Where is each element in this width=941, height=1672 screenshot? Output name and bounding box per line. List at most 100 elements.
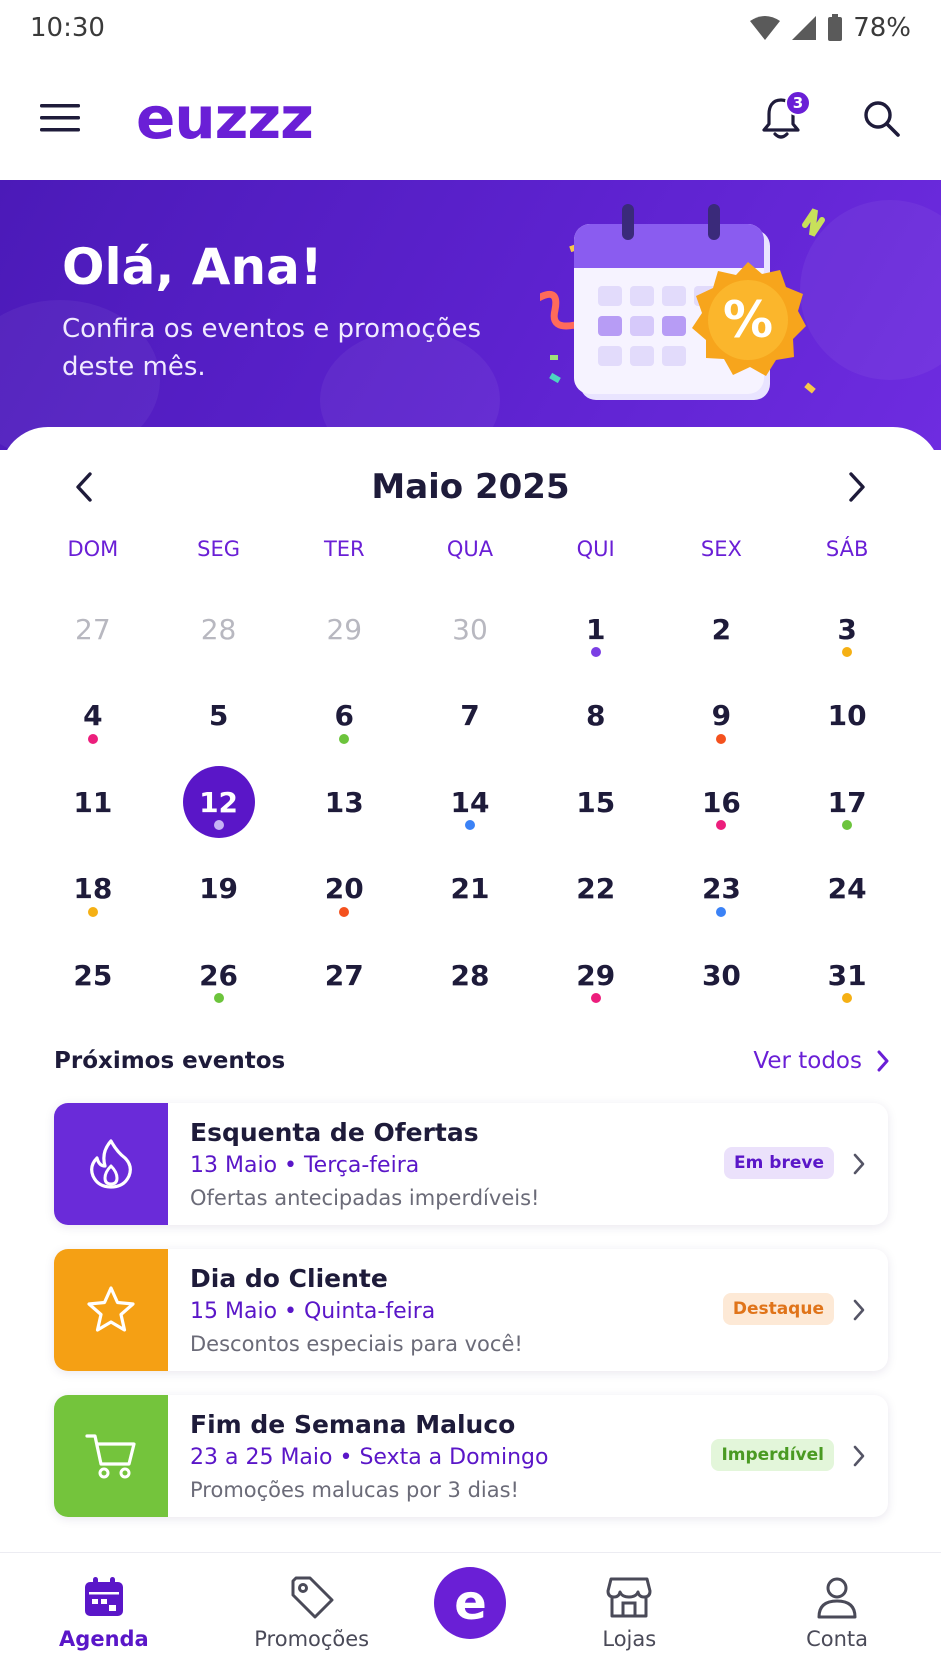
weekday-label: SEX bbox=[700, 537, 742, 561]
calendar-day[interactable]: 14 bbox=[407, 760, 533, 847]
chevron-right-icon bbox=[853, 1299, 865, 1321]
status-bar: 10:30 78% bbox=[0, 0, 941, 56]
search-button[interactable] bbox=[857, 94, 905, 142]
event-icon-box bbox=[54, 1395, 168, 1517]
upcoming-events-title: Próximos eventos bbox=[54, 1048, 286, 1074]
calendar-day[interactable]: 2 bbox=[659, 587, 785, 674]
calendar-day[interactable]: 6 bbox=[281, 674, 407, 761]
event-open-chevron bbox=[848, 1150, 870, 1178]
calendar-day-grid: 27 28 29 30 1 2 3 4 5 6 7 8 9 10 11 12 13 14 15 16 17 18 19 20 2… bbox=[30, 587, 910, 1020]
nav-lojas[interactable]: Lojas bbox=[544, 1575, 714, 1651]
calendar-day[interactable]: 30 bbox=[659, 933, 785, 1020]
calendar-day[interactable]: 4 bbox=[30, 674, 156, 761]
calendar-day[interactable]: 18 bbox=[30, 847, 156, 934]
event-dot bbox=[87, 733, 98, 744]
event-open-chevron bbox=[848, 1442, 870, 1470]
calendar-day[interactable]: 16 bbox=[659, 760, 785, 847]
nav-conta[interactable]: Conta bbox=[752, 1575, 922, 1651]
svg-text:%: % bbox=[723, 291, 773, 349]
calendar-day[interactable]: 27 bbox=[30, 587, 156, 674]
bottom-navigation: Agenda Promoções e Lojas Conta bbox=[0, 1552, 941, 1672]
calendar-day[interactable]: 29 bbox=[533, 933, 659, 1020]
calendar-day[interactable]: 25 bbox=[30, 933, 156, 1020]
tag-icon bbox=[291, 1576, 334, 1618]
event-card[interactable]: Fim de Semana Maluco 23 a 25 Maio • Sexta… bbox=[54, 1395, 888, 1517]
upcoming-events-header: Próximos eventos Ver todos bbox=[54, 1048, 890, 1074]
nav-agenda[interactable]: Agenda bbox=[19, 1575, 189, 1651]
hero-banner: Olá, Ana! Confira os eventos e promoções… bbox=[0, 180, 941, 450]
event-dot bbox=[339, 733, 350, 744]
calendar-day[interactable]: 10 bbox=[784, 674, 910, 761]
calendar-day[interactable]: 8 bbox=[533, 674, 659, 761]
calendar-day[interactable]: 19 bbox=[156, 847, 282, 934]
calendar-day-selected[interactable]: 12 bbox=[156, 760, 282, 847]
chevron-left-icon bbox=[76, 472, 92, 502]
calendar-day[interactable]: 1 bbox=[533, 587, 659, 674]
weekday-label: QUI bbox=[576, 537, 615, 561]
event-card[interactable]: Esquenta de Ofertas 13 Maio • Terça-feira… bbox=[54, 1103, 888, 1225]
notification-badge: 3 bbox=[785, 90, 811, 116]
calendar-day[interactable]: 22 bbox=[533, 847, 659, 934]
event-description: Ofertas antecipadas imperdíveis! bbox=[190, 1186, 540, 1210]
calendar-day[interactable]: 7 bbox=[407, 674, 533, 761]
next-month-button[interactable] bbox=[833, 463, 881, 511]
calendar-day[interactable]: 27 bbox=[281, 933, 407, 1020]
calendar-discount-illustration: % bbox=[540, 204, 825, 400]
calendar-icon bbox=[84, 1576, 123, 1616]
day-number: 10 bbox=[827, 699, 867, 732]
event-dot bbox=[213, 820, 224, 830]
day-number: 27 bbox=[75, 612, 111, 646]
calendar-day[interactable]: 20 bbox=[281, 847, 407, 934]
user-icon bbox=[817, 1577, 857, 1618]
event-icon-box bbox=[54, 1103, 168, 1225]
nav-agenda-label: Agenda bbox=[59, 1626, 149, 1651]
calendar-day[interactable]: 9 bbox=[659, 674, 785, 761]
home-center-button[interactable]: e bbox=[434, 1566, 507, 1639]
calendar-day[interactable]: 21 bbox=[407, 847, 533, 934]
calendar-day[interactable]: 23 bbox=[659, 847, 785, 934]
calendar-day[interactable]: 30 bbox=[407, 587, 533, 674]
app-logo: euzzz bbox=[136, 84, 314, 152]
event-dot bbox=[590, 647, 601, 657]
calendar-day[interactable]: 28 bbox=[156, 587, 282, 674]
event-dot bbox=[464, 820, 475, 830]
greeting-subtitle: Confira os eventos e promoções deste mês… bbox=[62, 314, 482, 382]
weekday-label: SEG bbox=[197, 537, 240, 561]
calendar-card: Maio 2025 DOM SEG TER QUA QUI SEX SÁB 27 28 29 30… bbox=[0, 427, 941, 1027]
calendar-day[interactable]: 13 bbox=[281, 760, 407, 847]
day-number: 13 bbox=[324, 785, 364, 819]
calendar-day[interactable]: 26 bbox=[156, 933, 282, 1020]
notifications-button[interactable]: 3 bbox=[757, 90, 811, 142]
event-dot bbox=[716, 906, 727, 917]
event-card[interactable]: Dia do Cliente 15 Maio • Quinta-feira Desc… bbox=[54, 1249, 888, 1371]
event-dot bbox=[339, 906, 350, 917]
calendar-day[interactable]: 17 bbox=[784, 760, 910, 847]
chevron-right-icon bbox=[877, 1050, 889, 1072]
menu-button[interactable] bbox=[36, 94, 84, 142]
calendar-day[interactable]: 5 bbox=[156, 674, 282, 761]
see-all-link[interactable]: Ver todos bbox=[753, 1048, 890, 1074]
event-dot bbox=[87, 906, 98, 917]
day-number: 11 bbox=[73, 785, 113, 819]
header-actions: 3 bbox=[757, 90, 905, 142]
calendar-day[interactable]: 28 bbox=[407, 933, 533, 1020]
event-status-badge: Em breve bbox=[724, 1147, 834, 1179]
calendar-day[interactable]: 15 bbox=[533, 760, 659, 847]
nav-lojas-label: Lojas bbox=[602, 1626, 657, 1651]
calendar-day[interactable]: 11 bbox=[30, 760, 156, 847]
event-dot bbox=[590, 993, 601, 1003]
event-status-badge: Imperdível bbox=[711, 1439, 834, 1471]
previous-month-button[interactable] bbox=[60, 463, 108, 511]
nav-promocoes-label: Promoções bbox=[254, 1626, 370, 1651]
greeting-title: Olá, Ana! bbox=[62, 238, 323, 296]
chevron-right-icon bbox=[849, 472, 865, 502]
day-number: 8 bbox=[585, 699, 606, 732]
nav-conta-label: Conta bbox=[806, 1626, 869, 1651]
calendar-day[interactable]: 24 bbox=[784, 847, 910, 934]
calendar-day[interactable]: 29 bbox=[281, 587, 407, 674]
weekday-label: QUA bbox=[446, 537, 494, 561]
calendar-day[interactable]: 3 bbox=[784, 587, 910, 674]
nav-promocoes[interactable]: Promoções bbox=[227, 1575, 397, 1651]
calendar-day[interactable]: 31 bbox=[784, 933, 910, 1020]
event-list: Esquenta de Ofertas 13 Maio • Terça-feira… bbox=[54, 1103, 888, 1541]
